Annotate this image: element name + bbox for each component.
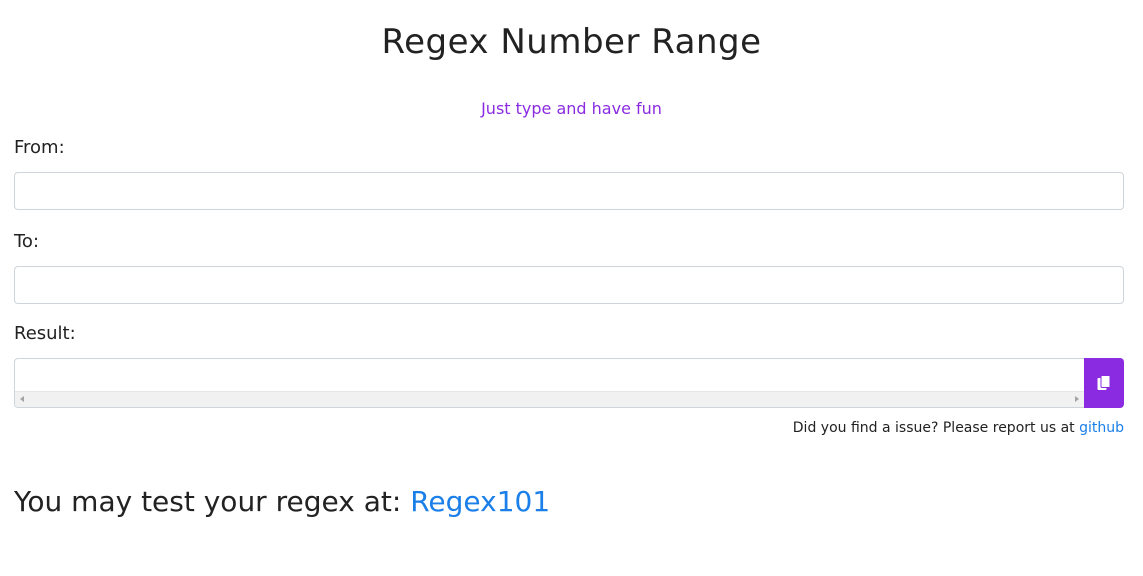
result-label: Result: [14, 323, 76, 344]
to-input[interactable] [14, 266, 1124, 304]
copy-button[interactable] [1084, 358, 1124, 408]
from-input[interactable] [14, 172, 1124, 210]
test-text: You may test your regex at: [14, 485, 402, 518]
scroll-left-icon[interactable] [20, 396, 24, 402]
scroll-right-icon[interactable] [1075, 396, 1079, 402]
from-label: From: [14, 137, 65, 158]
issue-report: Did you find a issue? Please report us a… [14, 418, 1124, 438]
page: Regex Number Range Just type and have fu… [0, 0, 1143, 576]
copy-icon [1097, 375, 1111, 390]
result-output[interactable] [14, 358, 1084, 408]
to-label: To: [14, 231, 40, 252]
issue-text: Did you find a issue? Please report us a… [792, 420, 1075, 436]
result-group [14, 358, 1124, 408]
regex101-link[interactable]: Regex101 [410, 485, 550, 518]
github-link[interactable]: github [1079, 420, 1124, 436]
page-title: Regex Number Range [381, 22, 762, 62]
test-regex-line: You may test your regex at: Regex101 [14, 482, 1129, 522]
page-subtitle: Just type and have fun [481, 99, 662, 118]
horizontal-scrollbar[interactable] [15, 391, 1084, 407]
